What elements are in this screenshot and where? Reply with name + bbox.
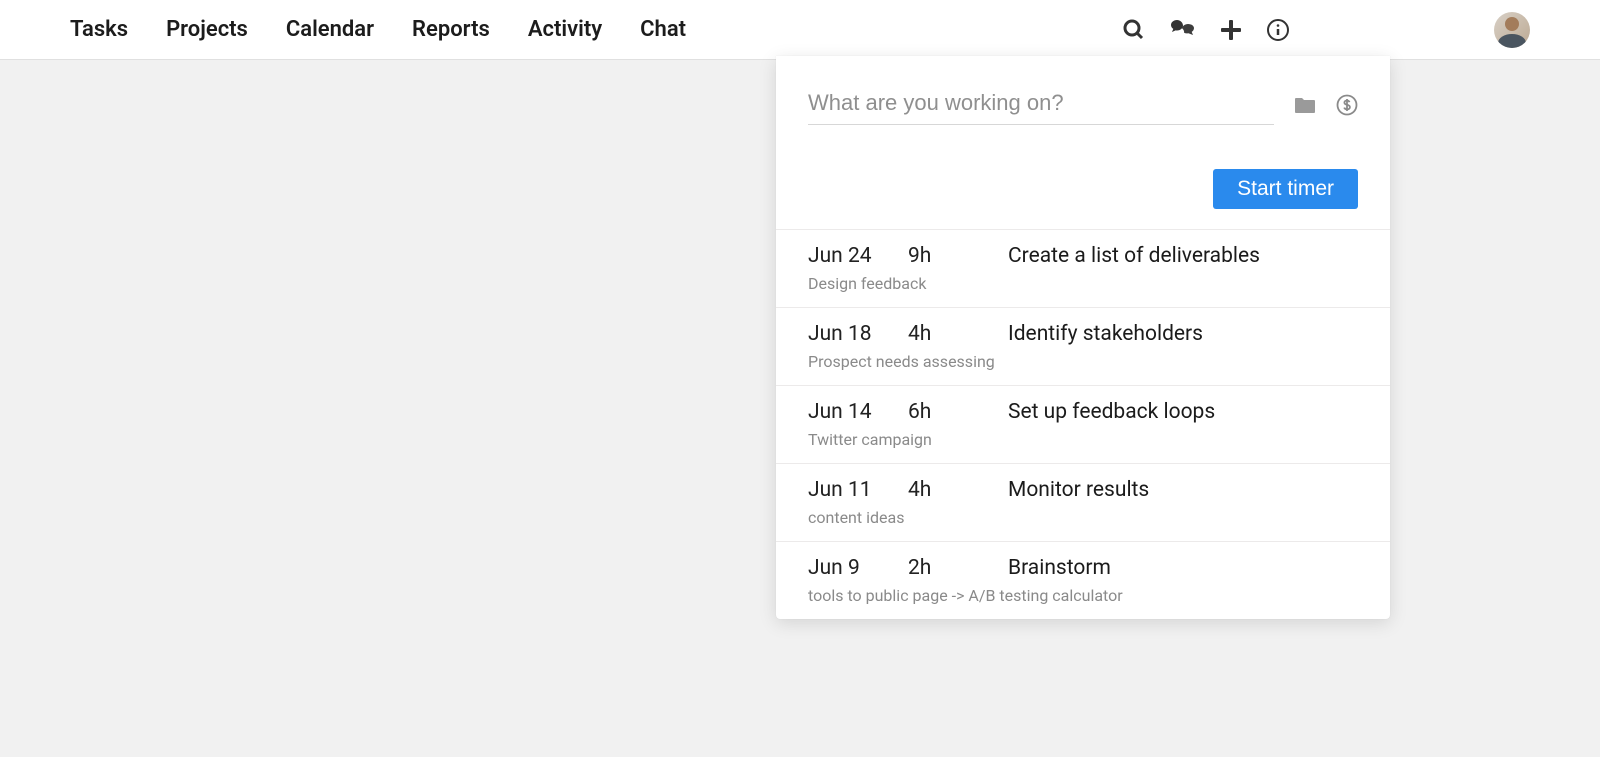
plus-icon[interactable] [1220,19,1242,41]
entry-date: Jun 14 [808,400,908,424]
entry-project: Twitter campaign [808,430,1358,449]
entry-description: Brainstorm [1008,556,1111,580]
info-icon[interactable] [1266,18,1290,42]
nav-tasks[interactable]: Tasks [70,17,128,42]
nav-activity[interactable]: Activity [528,17,602,42]
timer-panel: Start timer Jun 24 9h Create a list of d… [776,56,1390,619]
time-entry[interactable]: Jun 18 4h Identify stakeholders Prospect… [776,308,1390,386]
entry-date: Jun 18 [808,322,908,346]
entry-date: Jun 9 [808,556,908,580]
nav-projects[interactable]: Projects [166,17,248,42]
main-nav: Tasks Projects Calendar Reports Activity… [70,17,686,42]
time-entry[interactable]: Jun 14 6h Set up feedback loops Twitter … [776,386,1390,464]
entry-project: content ideas [808,508,1358,527]
avatar[interactable] [1494,12,1530,48]
entry-project: tools to public page -> A/B testing calc… [808,586,1358,605]
billable-icon[interactable] [1336,94,1358,116]
entry-duration: 2h [908,556,1008,580]
timer-panel-header: Start timer [776,56,1390,229]
task-input[interactable] [808,84,1274,125]
time-entry[interactable]: Jun 9 2h Brainstorm tools to public page… [776,542,1390,619]
time-entry[interactable]: Jun 24 9h Create a list of deliverables … [776,230,1390,308]
entry-duration: 6h [908,400,1008,424]
nav-calendar[interactable]: Calendar [286,17,374,42]
start-timer-button[interactable]: Start timer [1213,169,1358,209]
search-icon[interactable] [1122,18,1146,42]
entry-date: Jun 11 [808,478,908,502]
nav-reports[interactable]: Reports [412,17,490,42]
entry-project: Design feedback [808,274,1358,293]
entry-description: Identify stakeholders [1008,322,1203,346]
entry-project: Prospect needs assessing [808,352,1358,371]
nav-chat[interactable]: Chat [640,17,686,42]
time-entry[interactable]: Jun 11 4h Monitor results content ideas [776,464,1390,542]
entry-description: Set up feedback loops [1008,400,1215,424]
folder-icon[interactable] [1294,96,1316,114]
topbar-icons [1122,12,1530,48]
entry-duration: 4h [908,322,1008,346]
entry-duration: 9h [908,244,1008,268]
entry-description: Create a list of deliverables [1008,244,1260,268]
chat-icon[interactable] [1170,18,1196,42]
entry-description: Monitor results [1008,478,1149,502]
topbar: Tasks Projects Calendar Reports Activity… [0,0,1600,60]
entry-date: Jun 24 [808,244,908,268]
entry-duration: 4h [908,478,1008,502]
time-entries-list: Jun 24 9h Create a list of deliverables … [776,229,1390,619]
